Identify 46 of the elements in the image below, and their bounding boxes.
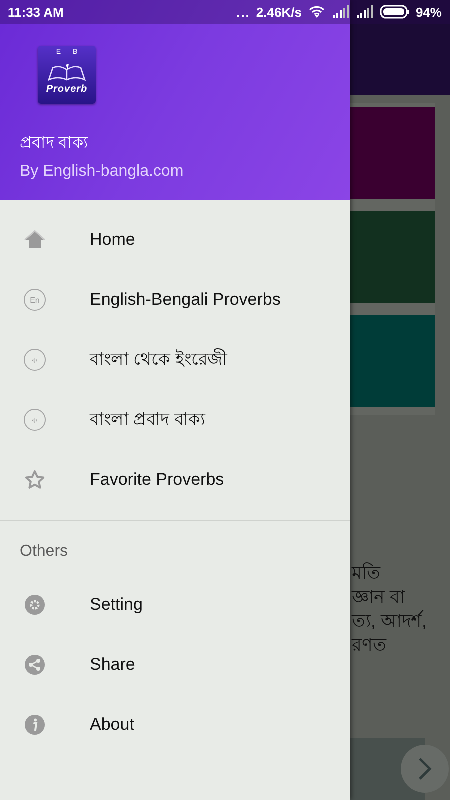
battery-level: 94% bbox=[416, 4, 442, 20]
menu-item-label: Home bbox=[90, 230, 136, 250]
letter-icon: En bbox=[24, 289, 46, 311]
star-icon bbox=[24, 469, 46, 491]
category-card[interactable] bbox=[350, 107, 435, 199]
letter-icon: ক bbox=[24, 349, 46, 371]
menu-item-label: বাংলা থেকে ইংরেজী bbox=[90, 348, 228, 371]
menu-item[interactable]: ক বাংলা থেকে ইংরেজী bbox=[0, 330, 350, 390]
proverb-text: জ্ঞান বা bbox=[352, 586, 406, 609]
signal-icon bbox=[356, 5, 374, 19]
book-icon bbox=[47, 64, 87, 82]
category-card[interactable] bbox=[350, 315, 435, 407]
menu-item[interactable]: ক বাংলা প্রবাদ বাক্য bbox=[0, 390, 350, 450]
menu-item[interactable]: En English-Bengali Proverbs bbox=[0, 270, 350, 330]
category-card[interactable] bbox=[350, 211, 435, 303]
wifi-icon bbox=[308, 5, 326, 19]
battery-icon bbox=[380, 5, 410, 19]
share-icon bbox=[24, 654, 46, 676]
menu-item-label: Favorite Proverbs bbox=[90, 470, 224, 490]
app-subtitle: By English-bangla.com bbox=[20, 163, 185, 181]
network-speed: 2.46K/s bbox=[256, 4, 302, 20]
menu-item-label: English-Bengali Proverbs bbox=[90, 290, 281, 310]
home-icon bbox=[24, 229, 46, 251]
proverb-text: ত্য, আদর্শ, bbox=[352, 609, 428, 633]
menu-item[interactable]: Setting bbox=[0, 575, 350, 635]
menu-item[interactable]: Home bbox=[0, 210, 350, 270]
proverb-text: মতি bbox=[352, 562, 382, 585]
app-title: প্রবাদ বাক্য bbox=[20, 134, 90, 154]
menu-item[interactable]: Favorite Proverbs bbox=[0, 450, 350, 510]
next-button[interactable] bbox=[401, 745, 449, 793]
letter-icon: ক bbox=[24, 409, 46, 431]
menu-item-label: বাংলা প্রবাদ বাক্য bbox=[90, 409, 206, 431]
menu-item[interactable]: Share bbox=[0, 635, 350, 695]
section-heading: Others bbox=[19, 542, 70, 562]
notification-dots: ... bbox=[236, 4, 250, 20]
signal-icon bbox=[332, 5, 350, 19]
menu-item-label: Setting bbox=[90, 595, 143, 615]
menu-item-label: About bbox=[90, 715, 134, 735]
chevron-right-icon bbox=[418, 757, 432, 781]
status-time: 11:33 AM bbox=[8, 4, 64, 20]
menu-item-label: Share bbox=[90, 655, 136, 675]
logo-text: Proverb bbox=[46, 84, 88, 94]
settings-icon bbox=[24, 594, 46, 616]
proverb-text: রণত bbox=[352, 634, 388, 657]
menu-item[interactable]: About bbox=[0, 695, 350, 755]
info-icon bbox=[24, 714, 46, 736]
